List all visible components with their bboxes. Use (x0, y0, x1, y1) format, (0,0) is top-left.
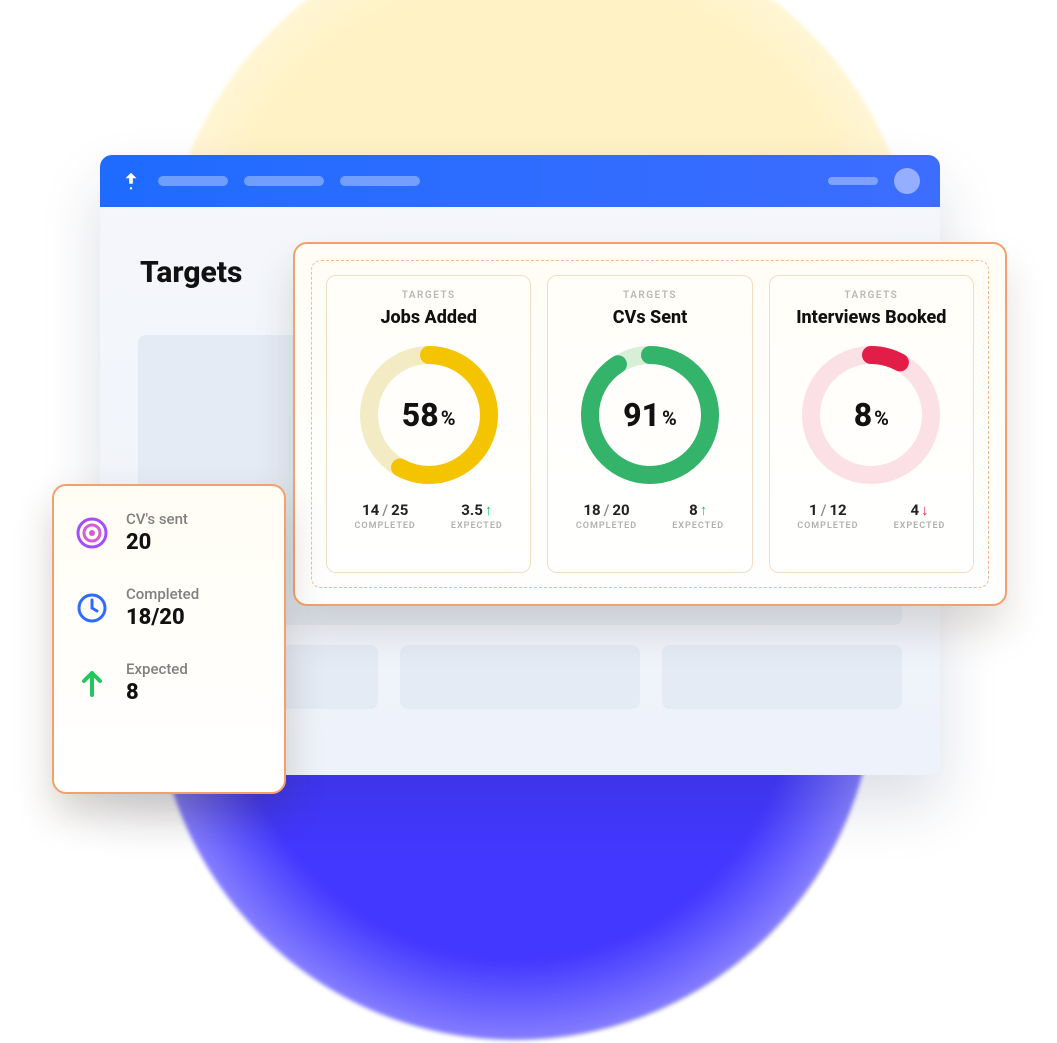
summary-value: 18/20 (126, 605, 199, 630)
progress-gauge: 91% (575, 340, 725, 490)
targets-panel-inner: TARGETS Jobs Added 58% 14/25 COMPLETED 3… (311, 260, 989, 588)
summary-row: CV's sent 20 (74, 510, 264, 555)
summary-label: Expected (126, 660, 188, 678)
content-placeholder (400, 645, 640, 709)
nav-placeholder (340, 176, 420, 186)
gauge-value: 8% (796, 340, 946, 490)
card-eyebrow: TARGETS (844, 290, 898, 301)
stat-expected: 3.5↑ EXPECTED (451, 500, 503, 531)
progress-gauge: 8% (796, 340, 946, 490)
arrow-icon (74, 665, 110, 701)
summary-label: Completed (126, 585, 199, 603)
stat-completed: 18/20 COMPLETED (576, 500, 637, 531)
nav-placeholder (828, 177, 878, 185)
stat-completed: 14/25 COMPLETED (355, 500, 416, 531)
progress-gauge: 58% (354, 340, 504, 490)
target-card[interactable]: TARGETS Jobs Added 58% 14/25 COMPLETED 3… (326, 275, 531, 573)
gauge-value: 91% (575, 340, 725, 490)
content-placeholder (662, 645, 902, 709)
gauge-value: 58% (354, 340, 504, 490)
target-card[interactable]: TARGETS Interviews Booked 8% 1/12 COMPLE… (769, 275, 974, 573)
summary-row: Expected 8 (74, 660, 264, 705)
card-title: Jobs Added (380, 307, 476, 328)
stat-expected: 4↓ EXPECTED (894, 500, 946, 531)
summary-value: 20 (126, 530, 188, 555)
avatar[interactable] (894, 168, 920, 194)
summary-card: CV's sent 20 Completed 18/20 Expected 8 (52, 484, 286, 794)
target-card[interactable]: TARGETS CVs Sent 91% 18/20 COMPLETED 8↑ … (547, 275, 752, 573)
nav-placeholder (244, 176, 324, 186)
card-eyebrow: TARGETS (402, 290, 456, 301)
summary-row: Completed 18/20 (74, 585, 264, 630)
card-eyebrow: TARGETS (623, 290, 677, 301)
summary-value: 8 (126, 680, 188, 705)
card-title: CVs Sent (613, 307, 688, 328)
stat-expected: 8↑ EXPECTED (672, 500, 724, 531)
summary-label: CV's sent (126, 510, 188, 528)
app-logo-icon (120, 170, 142, 192)
page-title: Targets (140, 255, 242, 290)
nav-placeholder (158, 176, 228, 186)
clock-icon (74, 590, 110, 626)
stat-completed: 1/12 COMPLETED (797, 500, 858, 531)
titlebar (100, 155, 940, 207)
card-title: Interviews Booked (796, 307, 946, 328)
targets-panel: TARGETS Jobs Added 58% 14/25 COMPLETED 3… (293, 242, 1007, 606)
target-icon (74, 515, 110, 551)
